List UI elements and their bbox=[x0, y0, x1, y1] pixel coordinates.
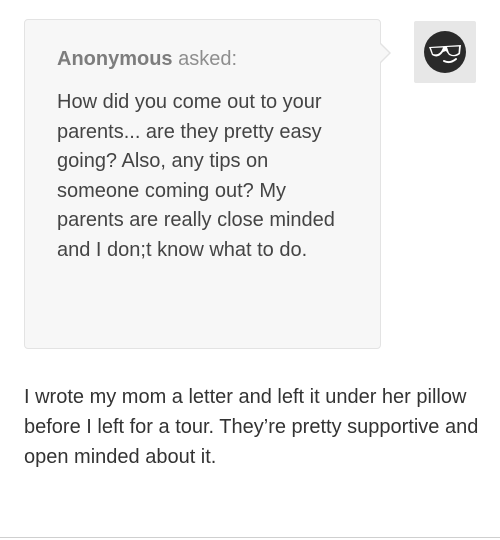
asker-line: Anonymous asked: bbox=[57, 46, 348, 72]
asker-name: Anonymous bbox=[57, 48, 173, 70]
avatar[interactable] bbox=[414, 21, 476, 83]
bubble-tail-inner bbox=[379, 43, 389, 63]
answer-text: I wrote my mom a letter and left it unde… bbox=[24, 386, 479, 468]
question-text: How did you come out to your parents... … bbox=[57, 91, 335, 261]
sunglasses-face-icon bbox=[424, 31, 466, 73]
asked-label: asked: bbox=[172, 48, 238, 70]
bottom-divider bbox=[0, 537, 500, 538]
ask-bubble: Anonymous asked: How did you come out to… bbox=[24, 19, 381, 349]
